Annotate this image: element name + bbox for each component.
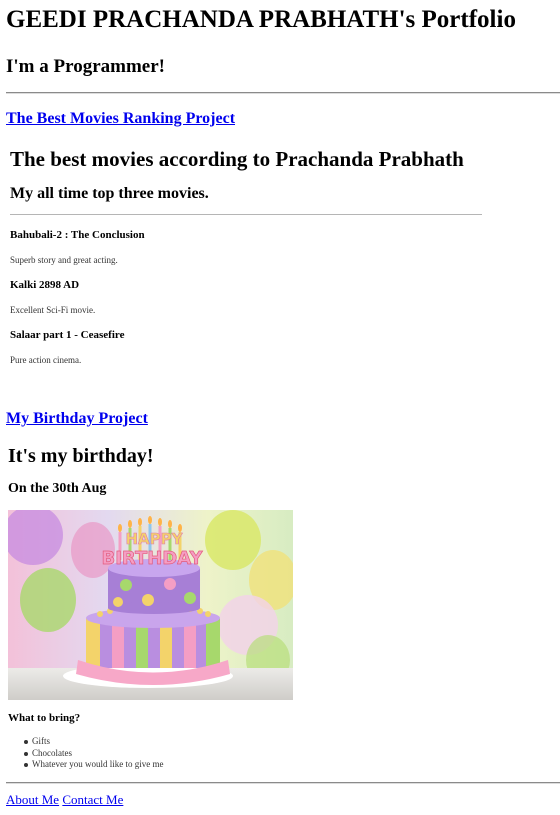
movie-2-desc: Excellent Sci-Fi movie. <box>10 305 96 315</box>
cake-happy-text: HAPPY <box>125 530 183 548</box>
movies-divider <box>10 214 482 215</box>
movies-subtitle: My all time top three movies. <box>10 185 209 202</box>
page-title: GEEDI PRACHANDA PRABHATH's Portfolio <box>6 6 516 33</box>
footer-links: About Me Contact Me <box>6 792 123 808</box>
movie-3-desc: Pure action cinema. <box>10 355 82 365</box>
movie-2-title: Kalki 2898 AD <box>10 279 80 291</box>
cake-birthday-text: BIRTHDAY <box>102 548 204 569</box>
birthday-cake-image: HAPPY BIRTHDAY <box>8 510 293 700</box>
divider-bottom <box>6 782 560 784</box>
contact-me-link[interactable]: Contact Me <box>62 792 123 807</box>
birthday-title: It's my birthday! <box>8 445 154 467</box>
movie-1-title: Bahubali-2 : The Conclusion <box>10 229 145 241</box>
birthday-project-link[interactable]: My Birthday Project <box>6 410 148 428</box>
page-subtitle: I'm a Programmer! <box>6 56 165 77</box>
movies-title: The best movies according to Prachanda P… <box>10 147 464 171</box>
bring-item: Chocolates <box>8 748 163 760</box>
movies-project-link[interactable]: The Best Movies Ranking Project <box>6 110 235 128</box>
about-me-link[interactable]: About Me <box>6 792 59 807</box>
divider-top <box>6 92 560 94</box>
movie-1-desc: Superb story and great acting. <box>10 255 118 265</box>
bring-heading: What to bring? <box>8 712 81 724</box>
bring-item: Whatever you would like to give me <box>8 759 163 771</box>
bring-item: Gifts <box>8 736 163 748</box>
bring-list: Gifts Chocolates Whatever you would like… <box>8 736 163 771</box>
birthday-subtitle: On the 30th Aug <box>8 481 107 496</box>
movie-3-title: Salaar part 1 - Ceasefire <box>10 329 125 341</box>
